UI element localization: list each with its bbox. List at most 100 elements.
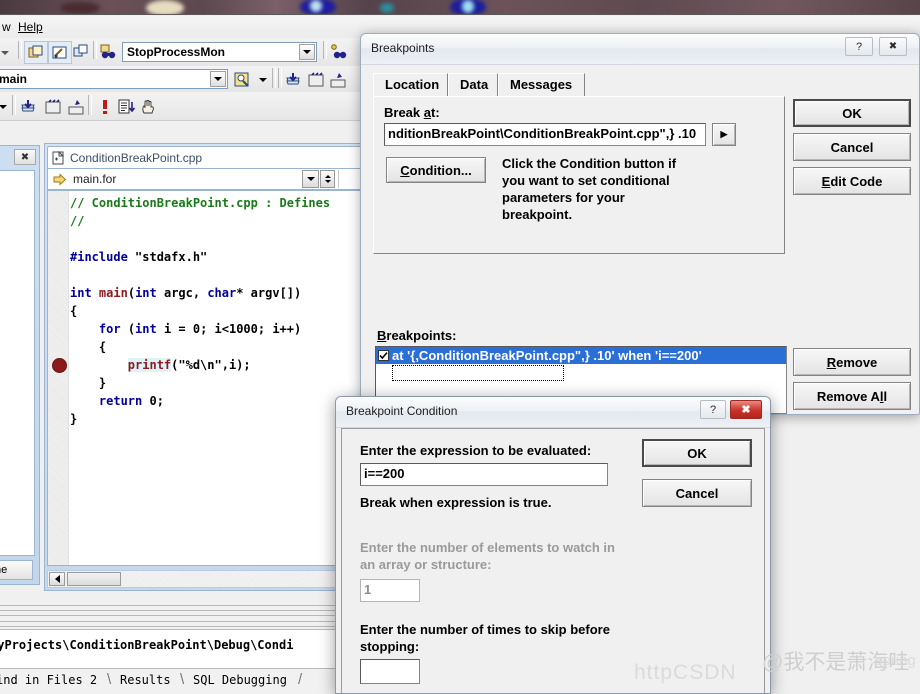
code-token: ("%d\n",i); (171, 358, 251, 372)
member-combo[interactable]: main.for (48, 169, 303, 189)
tab-results[interactable]: Results (120, 673, 171, 687)
code-token: return (98, 394, 143, 408)
step-over-icon[interactable] (42, 96, 64, 117)
help-icon[interactable]: ? (845, 37, 873, 56)
breakpoints-list-label: Breakpoints: (377, 328, 457, 343)
editor-window: ConditionBreakPoint.cpp main.for // Cond… (44, 143, 366, 591)
code-line: { (70, 338, 362, 356)
breakpoint-icon[interactable] (94, 96, 116, 117)
editor-tabstrip: ConditionBreakPoint.cpp (47, 146, 363, 168)
code-line: // ConditionBreakPoint.cpp : Defines (70, 194, 362, 212)
tab-location[interactable]: Location (373, 73, 448, 97)
skip-count-input[interactable] (360, 659, 420, 684)
break-at-expand-button[interactable]: ▶ (712, 123, 736, 146)
breakpoint-enabled-checkbox[interactable] (378, 350, 389, 361)
condition-button[interactable]: Condition... (386, 157, 486, 183)
code-token: int (135, 322, 157, 336)
thread-combo-value: main (0, 72, 28, 86)
chevron-down-icon[interactable] (299, 44, 315, 60)
scrollbar-thumb[interactable] (67, 572, 121, 586)
breakpoints-dialog-titlebar[interactable]: Breakpoints ? ✖ (361, 34, 919, 65)
code-line: } (70, 410, 362, 428)
code-token: * argv[]) (236, 286, 302, 300)
breakpoint-marker-icon[interactable] (52, 358, 67, 373)
elements-to-watch-input[interactable]: 1 (360, 579, 420, 602)
find-icon[interactable] (48, 41, 72, 64)
step-over-icon[interactable] (305, 69, 327, 90)
location-tab-page: Break at: nditionBreakPoint\ConditionBre… (373, 96, 785, 254)
code-token: "stdafx.h" (127, 250, 208, 264)
menu-window-partial[interactable]: w (0, 19, 15, 35)
expression-input[interactable]: i==200 (360, 463, 608, 486)
code-token: } (70, 412, 78, 426)
new-window-icon[interactable] (24, 41, 48, 64)
tab-data[interactable]: Data (448, 73, 498, 97)
code-token: ( (120, 322, 136, 336)
close-icon[interactable]: ✖ (730, 400, 762, 419)
break-at-input[interactable]: nditionBreakPoint\ConditionBreakPoint.cp… (384, 123, 706, 146)
find-next-icon[interactable] (328, 41, 350, 62)
remove-all-button[interactable]: Remove All (793, 382, 911, 410)
condition-cancel-button[interactable]: Cancel (642, 479, 752, 507)
menu-help[interactable]: Help (14, 19, 47, 35)
output-path-text: MyProjects\ConditionBreakPoint\Debug\Con… (0, 638, 294, 652)
breakpoints-dialog-body: Location Data Messages Break at: ndition… (365, 65, 915, 414)
process-combo[interactable]: StopProcessMon (122, 42, 317, 62)
breakpoint-item-text: at '{,ConditionBreakPoint.cpp",} .10' wh… (392, 348, 702, 363)
edit-code-button[interactable]: Edit Code (793, 167, 911, 195)
binoculars-icon[interactable] (98, 41, 120, 62)
chevron-down-icon[interactable] (252, 69, 274, 90)
help-icon[interactable]: ? (700, 400, 726, 419)
watermark-text-1: httpCSDN (634, 661, 737, 684)
list-icon[interactable] (116, 96, 138, 117)
watch-icon[interactable] (232, 69, 254, 90)
code-token: // ConditionBreakPoint.cpp : Defines (70, 196, 331, 210)
editor-gutter[interactable] (48, 191, 69, 565)
code-token: } (70, 376, 107, 390)
editor-tab-conditionbreakpoint-cpp[interactable]: ConditionBreakPoint.cpp (47, 146, 363, 168)
yellow-arrow-icon (53, 172, 67, 186)
hand-icon[interactable] (138, 96, 160, 117)
code-editor[interactable]: // ConditionBreakPoint.cpp : Defines // #… (47, 190, 363, 566)
chevron-down-icon[interactable] (302, 170, 319, 188)
remove-button[interactable]: Remove (793, 348, 911, 376)
step-into-icon[interactable] (18, 96, 40, 117)
code-token: int (135, 286, 157, 300)
condition-ok-button[interactable]: OK (642, 439, 752, 467)
condition-dialog-titlebar[interactable]: Breakpoint Condition ? ✖ (336, 397, 770, 428)
list-item[interactable]: at '{,ConditionBreakPoint.cpp",} .10' wh… (376, 347, 786, 364)
code-token: argc, (156, 286, 208, 300)
step-out-icon[interactable] (65, 96, 87, 117)
focus-rectangle (392, 365, 564, 381)
toolbar-breakpoints (0, 92, 360, 121)
tab-document-outline[interactable]: utline (0, 560, 33, 580)
code-token: 0; (142, 394, 164, 408)
code-line: // (70, 212, 362, 230)
tab-find-in-files-2[interactable]: ind in Files 2 (0, 673, 97, 687)
break-when-true-text: Break when expression is true. (360, 495, 552, 510)
cancel-button[interactable]: Cancel (793, 133, 911, 161)
code-token: #include (70, 250, 128, 264)
code-token: int (70, 286, 92, 300)
outline-content[interactable]: s) (0, 170, 35, 556)
code-line: #include "stdafx.h" (70, 248, 362, 266)
chevron-down-icon[interactable] (210, 71, 226, 87)
tab-messages[interactable]: Messages (498, 73, 585, 97)
tab-sql-debugging[interactable]: SQL Debugging (193, 673, 287, 687)
editor-horizontal-scrollbar[interactable] (47, 570, 363, 588)
thread-combo[interactable]: main (0, 69, 228, 89)
ok-button[interactable]: OK (793, 99, 911, 127)
close-icon[interactable]: ✖ (14, 149, 36, 165)
window-layout-icon[interactable] (70, 41, 92, 62)
code-token: { (70, 304, 78, 318)
scroll-left-button[interactable] (49, 572, 65, 586)
step-out-icon[interactable] (327, 69, 349, 90)
step-into-icon[interactable] (283, 69, 305, 90)
navigate-spinner[interactable] (320, 170, 335, 188)
toolbar-overflow-chevron[interactable] (0, 42, 16, 63)
condition-help-text: Click the Condition button if you want t… (502, 156, 677, 222)
close-icon[interactable]: ✖ (879, 37, 907, 56)
toolbar-debug: StopProcessMon (0, 38, 360, 67)
